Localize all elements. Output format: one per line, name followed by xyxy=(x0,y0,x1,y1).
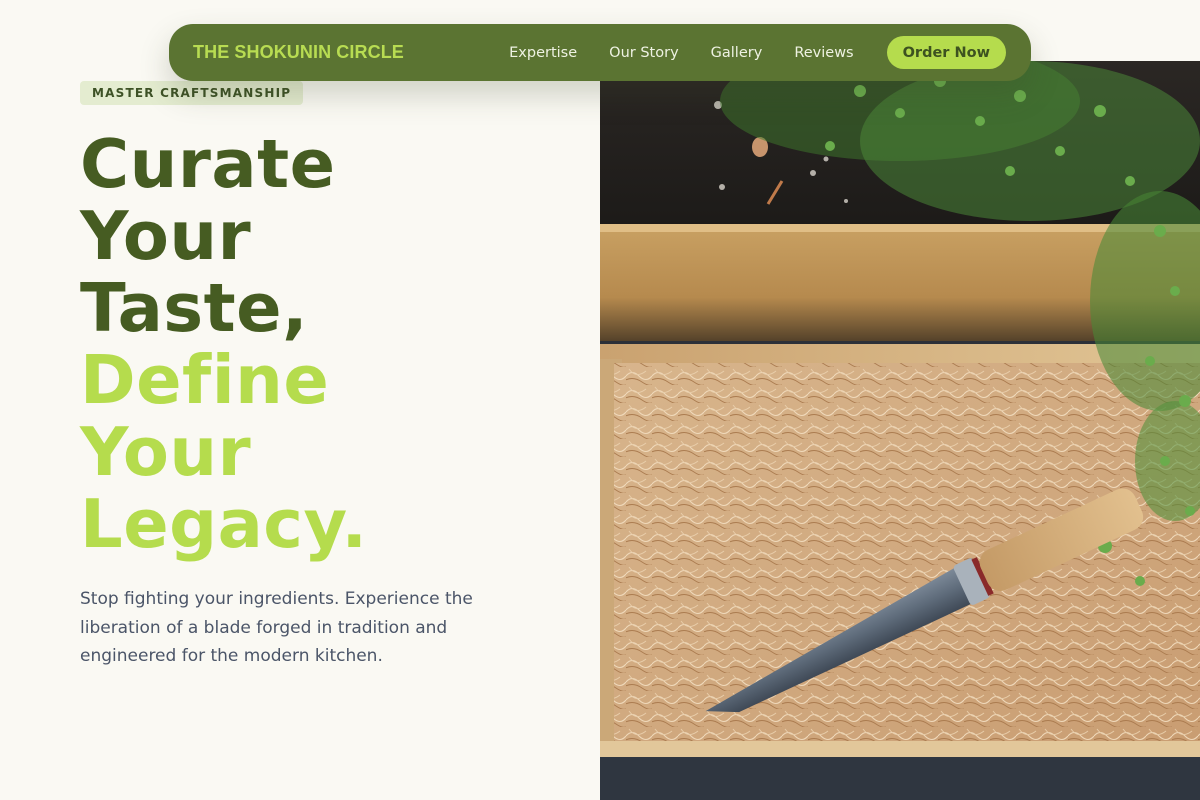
brand-logo[interactable]: THE SHOKUNIN CIRCLE xyxy=(193,42,404,63)
hero-image xyxy=(600,61,1200,800)
nav-link-our-story[interactable]: Our Story xyxy=(609,45,678,61)
nav-links: Expertise Our Story Gallery Reviews xyxy=(509,45,853,61)
knife-in-box-illustration xyxy=(600,61,1200,800)
hero-headline: Curate Your Taste, Define Your Legacy. xyxy=(80,128,368,560)
top-navbar: THE SHOKUNIN CIRCLE Expertise Our Story … xyxy=(169,24,1031,81)
headline-line: Taste, xyxy=(80,269,309,347)
nav-link-gallery[interactable]: Gallery xyxy=(711,45,763,61)
nav-link-reviews[interactable]: Reviews xyxy=(794,45,853,61)
hero-subtext: Stop fighting your ingredients. Experien… xyxy=(80,589,473,666)
headline-line: Your xyxy=(80,197,252,275)
headline-accent-line: Define xyxy=(80,341,330,419)
craftsmanship-badge: MASTER CRAFTSMANSHIP xyxy=(80,81,304,105)
headline-accent-line: Legacy. xyxy=(80,485,368,563)
order-now-button[interactable]: Order Now xyxy=(886,36,1006,69)
headline-accent-line: Your xyxy=(80,413,252,491)
nav-link-expertise[interactable]: Expertise xyxy=(509,45,577,61)
headline-line: Curate xyxy=(80,125,336,203)
